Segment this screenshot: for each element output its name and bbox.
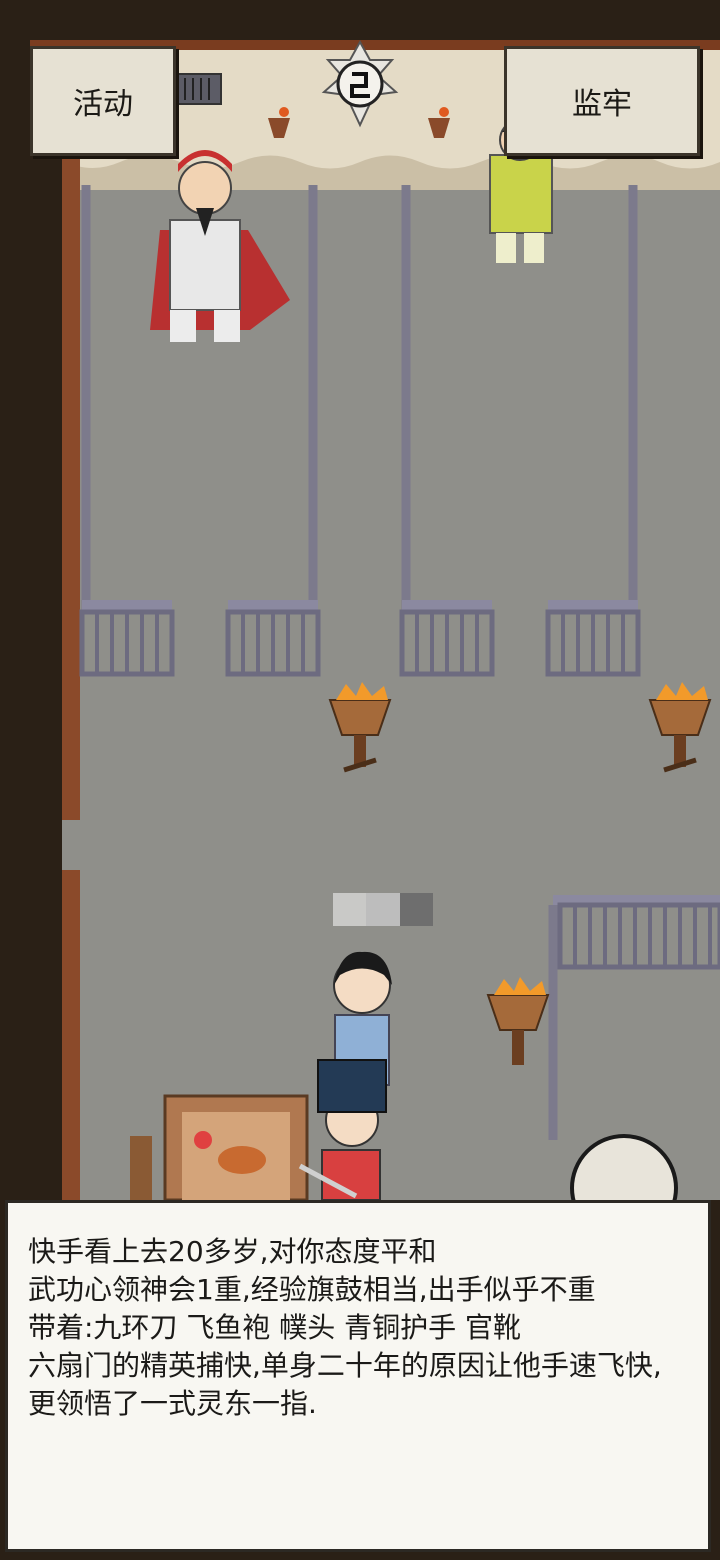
dialog-line: 带着:九环刀 飞鱼袍 幞头 青铜护手 官靴 (28, 1311, 522, 1344)
cell-gate (225, 600, 321, 677)
cell-gate (399, 600, 495, 677)
wall-vent (176, 73, 222, 105)
activity-button[interactable]: 活动 (30, 46, 176, 156)
cell-gate (79, 600, 175, 677)
prison-button[interactable]: 监牢 (504, 46, 700, 156)
dialog-line: 六扇门的精英捕快,单身二十年的原因让他手速飞快, (28, 1349, 662, 1382)
left-pillar-lower (62, 870, 80, 1200)
dialog-line: 更领悟了一式灵东一指. (28, 1387, 317, 1420)
name-tag-pixelated (333, 893, 433, 926)
left-pillar (62, 150, 80, 820)
dialog-line: 武功心领神会1重,经验旗鼓相当,出手似乎不重 (28, 1273, 596, 1306)
cell-gate (545, 600, 641, 677)
npc-info-dialog: 快手看上去20多岁,对你态度平和 武功心领神会1重,经验旗鼓相当,出手似乎不重 … (5, 1200, 711, 1552)
dialog-line: 快手看上去20多岁,对你态度平和 (28, 1235, 437, 1268)
